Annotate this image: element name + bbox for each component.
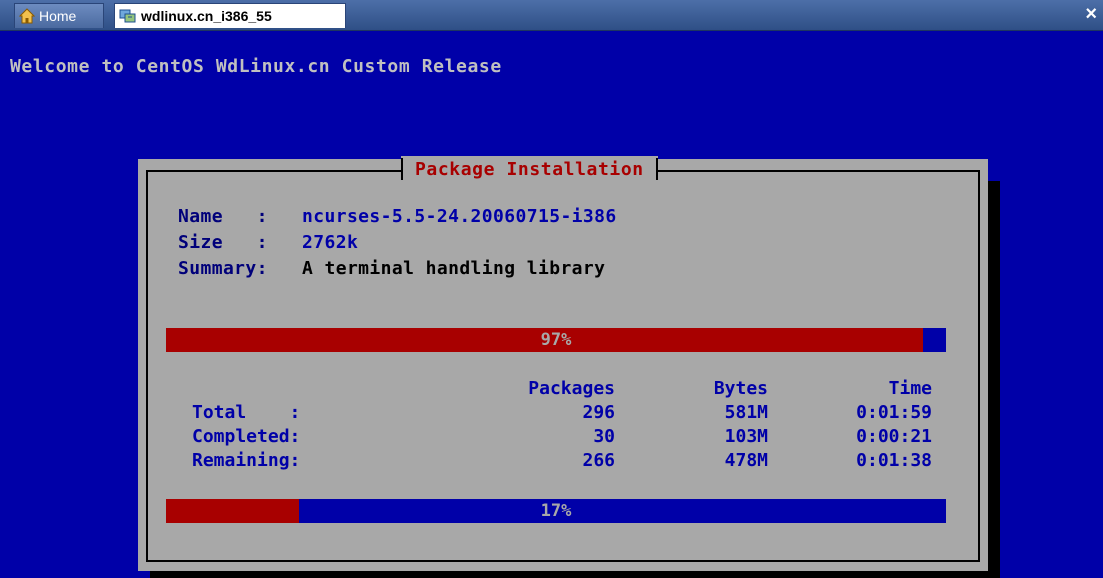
total-progress-label: 17% xyxy=(540,501,572,521)
total-progress-bar: 17% xyxy=(166,499,946,523)
tab-bar: Home wdlinux.cn_i386_55 × xyxy=(0,0,1103,31)
summary-value: A terminal handling library xyxy=(302,258,606,279)
package-progress-label: 97% xyxy=(540,330,572,350)
row-label-remaining: Remaining: xyxy=(192,450,301,471)
tab-vm[interactable]: wdlinux.cn_i386_55 xyxy=(114,3,346,28)
package-progress-bar: 97% xyxy=(166,328,946,352)
completed-packages: 30 xyxy=(593,426,615,447)
row-label-completed: Completed: xyxy=(192,426,301,447)
terminal-screen[interactable]: Welcome to CentOS WdLinux.cn Custom Rele… xyxy=(0,31,1103,578)
name-value: ncurses-5.5-24.20060715-i386 xyxy=(302,206,617,227)
vm-icon xyxy=(119,9,136,23)
total-bytes: 581M xyxy=(724,402,768,423)
remaining-bytes: 478M xyxy=(724,450,768,471)
home-icon xyxy=(19,8,35,24)
summary-label: Summary: xyxy=(178,258,268,279)
dialog-title: Package Installation xyxy=(401,156,658,182)
welcome-banner: Welcome to CentOS WdLinux.cn Custom Rele… xyxy=(10,56,502,77)
total-packages: 296 xyxy=(582,402,615,423)
completed-bytes: 103M xyxy=(724,426,768,447)
remaining-packages: 266 xyxy=(582,450,615,471)
tab-vm-label: wdlinux.cn_i386_55 xyxy=(141,8,272,24)
col-header-time: Time xyxy=(888,378,932,399)
completed-time: 0:00:21 xyxy=(856,426,932,447)
close-icon[interactable]: × xyxy=(1085,3,1097,25)
tab-home[interactable]: Home xyxy=(14,3,104,28)
total-time: 0:01:59 xyxy=(856,402,932,423)
col-header-bytes: Bytes xyxy=(713,378,768,399)
row-label-total: Total : xyxy=(192,402,301,423)
size-label: Size : xyxy=(178,232,268,253)
name-label: Name : xyxy=(178,206,268,227)
tab-home-label: Home xyxy=(39,8,77,24)
remaining-time: 0:01:38 xyxy=(856,450,932,471)
size-value: 2762k xyxy=(302,232,359,253)
col-header-packages: Packages xyxy=(528,378,615,399)
package-installation-dialog: Package Installation Name : ncurses-5.5-… xyxy=(138,156,988,571)
